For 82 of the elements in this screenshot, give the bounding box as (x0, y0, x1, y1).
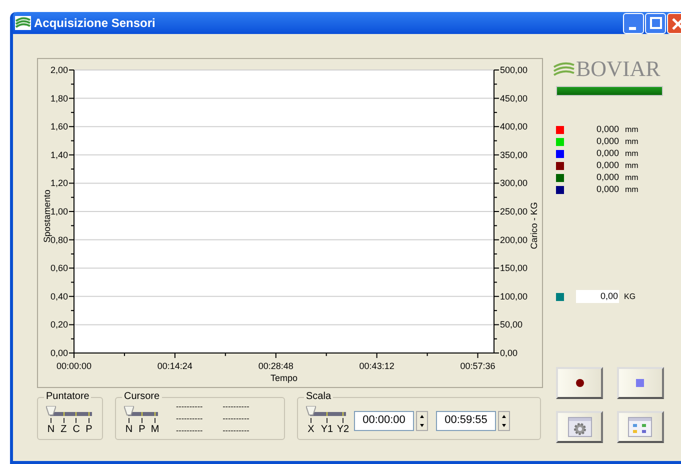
y-tick-label: 1,80 (50, 93, 68, 104)
sensor-value: 0,000 (595, 159, 619, 172)
y2-tick-label: 100,00 (500, 291, 528, 302)
y2-tick-label: 50,00 (500, 320, 523, 330)
sensor-value: 0,000 (595, 147, 619, 160)
slider-label: P (138, 424, 146, 436)
cursor-readout: ---------- (176, 400, 203, 412)
slider-label: Z (60, 424, 67, 436)
slider-thumb[interactable] (124, 406, 134, 424)
cursor-readout: ---------- (222, 424, 250, 436)
logo-waves-icon (553, 62, 575, 76)
sensor-value: 0,000 (595, 123, 619, 136)
y-tick-label: 0,40 (50, 291, 68, 302)
y2-tick-label: 400,00 (500, 122, 528, 132)
view-button[interactable] (616, 411, 664, 443)
x-tick-label: 00:14:24 (157, 361, 192, 371)
y-tick-label: 0,00 (50, 348, 68, 358)
y-tick-label: 0,20 (50, 320, 68, 330)
cursor-readout: ---------- (176, 424, 203, 436)
y2-tick-label: 0,00 (500, 348, 518, 358)
record-icon (576, 379, 584, 387)
y2-tick-label: 300,00 (500, 178, 528, 188)
slider-label: P (86, 424, 92, 436)
y2-tick-label: 150,00 (500, 263, 528, 274)
time-field[interactable]: 00:59:55 (436, 410, 496, 430)
unit-label: mm (625, 124, 638, 136)
y-tick-label: 1,60 (50, 122, 68, 132)
unit-label: KG (624, 290, 636, 302)
x-tick-label: 00:43:12 (359, 361, 394, 371)
x-axis-title: Tempo (270, 373, 298, 383)
y-tick-label: 1,20 (50, 178, 68, 188)
y-tick-label: 0,80 (50, 234, 68, 245)
slider-label: C (72, 424, 80, 436)
sensor-value: 0,000 (595, 135, 619, 148)
y2-tick-label: 200,00 (500, 234, 528, 245)
unit-label: mm (625, 160, 638, 172)
y2-tick-label: 450,00 (500, 93, 528, 104)
y-tick-label: 0,60 (50, 263, 68, 274)
y-axis-title: Spostamento (42, 190, 52, 243)
minimize-icon[interactable] (623, 12, 644, 34)
y-tick-label: 2,00 (50, 65, 68, 75)
window-title: Acquisizione Sensori (34, 15, 156, 32)
y-tick-label: 1,00 (50, 206, 68, 216)
maximize-icon[interactable] (645, 12, 666, 34)
grid-window-icon (628, 417, 652, 437)
unit-label: mm (625, 184, 638, 196)
load-value: 0,00 (576, 290, 619, 303)
y2-tick-label: 500,00 (500, 65, 528, 75)
spin-control[interactable] (416, 410, 428, 430)
app-icon (15, 16, 31, 30)
logo-text: BOVIAR (576, 58, 660, 80)
settings-button[interactable] (556, 411, 603, 443)
unit-label: mm (625, 172, 638, 184)
unit-label: mm (625, 148, 638, 160)
stop-icon (636, 379, 644, 387)
slider-label: N (125, 424, 133, 436)
x-tick-label: 00:28:48 (258, 361, 294, 371)
y-tick-label: 1,40 (50, 150, 68, 160)
stop-button[interactable] (616, 367, 664, 399)
x-tick-label: 00:00:00 (56, 361, 92, 371)
y2-tick-label: 250,00 (500, 206, 528, 216)
unit-label: mm (625, 136, 638, 148)
record-button[interactable] (556, 367, 603, 399)
slider-label: X (308, 424, 314, 436)
slider-label: N (47, 424, 55, 436)
y2-tick-label: 350,00 (500, 150, 528, 160)
sensor-value: 0,000 (595, 171, 619, 184)
spin-control[interactable] (498, 410, 510, 430)
cursor-readout: ---------- (222, 400, 250, 412)
time-field[interactable]: 00:00:00 (354, 410, 414, 430)
gear-window-icon (568, 417, 592, 437)
cursor-readout: ---------- (176, 412, 203, 424)
slider-label: M (150, 424, 160, 436)
slider-label: Y2 (336, 424, 350, 436)
x-tick-label: 00:57:36 (460, 361, 496, 371)
y2-axis-title: Carico - KG (529, 202, 539, 250)
slider-label: Y1 (320, 424, 334, 436)
slider-thumb[interactable] (306, 406, 316, 424)
slider-thumb[interactable] (46, 406, 56, 424)
sensor-value: 0,000 (595, 183, 619, 196)
slider-track[interactable] (50, 412, 92, 416)
cursor-readout: ---------- (222, 412, 250, 424)
